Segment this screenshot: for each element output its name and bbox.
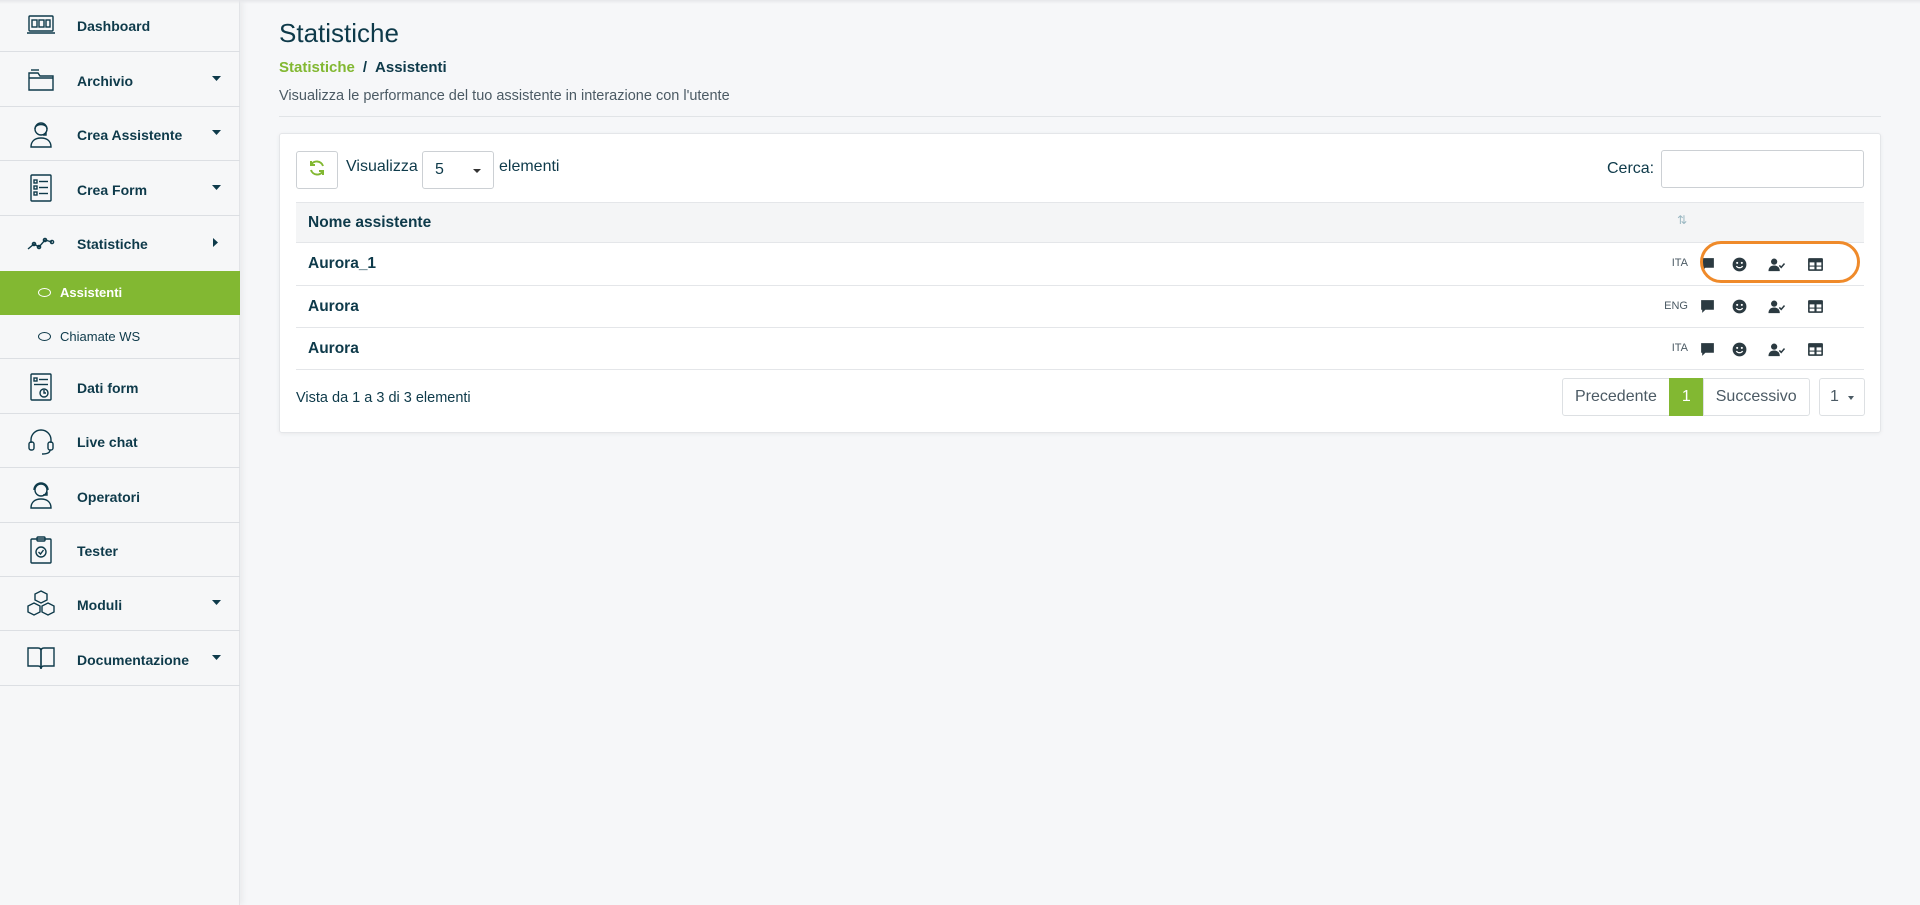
bullet-icon bbox=[38, 288, 51, 297]
sidebar-item-live-chat[interactable]: Live chat bbox=[0, 414, 240, 468]
chevron-down-icon bbox=[473, 169, 481, 173]
smiley-icon[interactable] bbox=[1728, 339, 1750, 359]
folder-icon bbox=[26, 65, 56, 95]
language-badge: ENG bbox=[1664, 299, 1688, 312]
page-length-value: 5 bbox=[435, 161, 444, 178]
breadcrumb-link-statistiche[interactable]: Statistiche bbox=[279, 59, 355, 76]
sidebar-subitem-label: Chiamate WS bbox=[60, 329, 141, 344]
table-icon[interactable] bbox=[1804, 339, 1826, 359]
page-title: Statistiche bbox=[279, 18, 399, 48]
pagination: Precedente 1 Successivo bbox=[1562, 378, 1810, 416]
sidebar-item-moduli[interactable]: Moduli bbox=[0, 577, 240, 631]
bullet-icon bbox=[38, 332, 51, 341]
chevron-down-icon bbox=[211, 598, 221, 608]
sidebar-item-label: Crea Form bbox=[77, 182, 148, 198]
sort-icon[interactable]: ⇅ bbox=[1677, 213, 1687, 227]
refresh-button[interactable] bbox=[296, 151, 338, 189]
chevron-down-icon bbox=[211, 183, 221, 193]
sidebar-item-operatori[interactable]: Operatori bbox=[0, 468, 240, 523]
smiley-icon[interactable] bbox=[1728, 254, 1750, 274]
stats-icon bbox=[26, 228, 56, 258]
table-header: Nome assistente ⇅ bbox=[296, 202, 1864, 242]
chat-icon[interactable] bbox=[1696, 254, 1718, 274]
table-row: Aurora ENG bbox=[296, 284, 1864, 328]
chat-icon[interactable] bbox=[1696, 297, 1718, 317]
sidebar-subitem-assistenti[interactable]: Assistenti bbox=[0, 271, 240, 315]
header-divider bbox=[279, 116, 1881, 117]
language-badge: ITA bbox=[1671, 342, 1688, 354]
column-header-name[interactable]: Nome assistente bbox=[308, 214, 431, 232]
dashboard-icon bbox=[26, 10, 56, 40]
sidebar-item-label: Operatori bbox=[77, 489, 141, 505]
language-badge: ITA bbox=[1671, 257, 1688, 269]
book-icon bbox=[26, 643, 56, 673]
assistants-table: Nome assistente ⇅ Aurora_1 ITA Aurora EN… bbox=[296, 202, 1864, 370]
next-page-button[interactable]: Successivo bbox=[1702, 378, 1810, 416]
tester-icon bbox=[26, 535, 56, 565]
table-icon[interactable] bbox=[1804, 297, 1826, 317]
user-check-icon[interactable] bbox=[1765, 254, 1787, 274]
sidebar-item-dashboard[interactable]: Dashboard bbox=[0, 0, 240, 52]
page-length-select[interactable]: 5 bbox=[422, 151, 494, 189]
modules-icon bbox=[26, 589, 56, 619]
assistant-icon bbox=[26, 119, 56, 149]
search-input[interactable] bbox=[1661, 150, 1864, 188]
table-row: Aurora ITA bbox=[296, 327, 1864, 370]
sidebar-item-label: Live chat bbox=[77, 434, 138, 450]
elements-label: elementi bbox=[499, 158, 560, 175]
sidebar-item-tester[interactable]: Tester bbox=[0, 523, 240, 577]
breadcrumb-separator: / bbox=[362, 59, 368, 76]
chevron-down-icon bbox=[211, 653, 221, 663]
sidebar-item-label: Crea Assistente bbox=[77, 127, 183, 143]
form-icon bbox=[26, 173, 56, 203]
sidebar-item-label: Tester bbox=[77, 543, 118, 559]
page-1-button[interactable]: 1 bbox=[1668, 378, 1704, 416]
assistant-name[interactable]: Aurora_1 bbox=[308, 255, 376, 273]
assistant-name[interactable]: Aurora bbox=[308, 298, 359, 316]
sidebar-item-label: Archivio bbox=[77, 73, 134, 89]
user-check-icon[interactable] bbox=[1765, 297, 1787, 317]
table-info: Vista da 1 a 3 di 3 elementi bbox=[296, 390, 471, 406]
chevron-down-icon bbox=[211, 74, 221, 84]
sidebar-item-label: Dashboard bbox=[77, 18, 151, 34]
sidebar-subitem-chiamate-ws[interactable]: Chiamate WS bbox=[0, 315, 240, 359]
top-shadow bbox=[0, 0, 1920, 4]
chevron-down-icon bbox=[1848, 396, 1854, 400]
breadcrumb: Statistiche / Assistenti bbox=[279, 59, 447, 76]
form-data-icon bbox=[26, 372, 56, 402]
sidebar-item-crea-form[interactable]: Crea Form bbox=[0, 161, 240, 216]
sidebar-item-label: Dati form bbox=[77, 380, 139, 396]
refresh-icon bbox=[308, 159, 326, 182]
sidebar-item-statistiche[interactable]: Statistiche bbox=[0, 216, 240, 270]
table-icon[interactable] bbox=[1804, 254, 1826, 274]
prev-page-button[interactable]: Precedente bbox=[1562, 378, 1670, 416]
chevron-down-icon bbox=[211, 128, 221, 138]
breadcrumb-current: Assistenti bbox=[375, 59, 447, 76]
search-label: Cerca: bbox=[1607, 160, 1655, 177]
smiley-icon[interactable] bbox=[1728, 297, 1750, 317]
sidebar-subitem-label: Assistenti bbox=[60, 285, 123, 300]
page-subtitle: Visualizza le performance del tuo assist… bbox=[279, 88, 730, 104]
sidebar: Dashboard Archivio Crea Assistente Crea … bbox=[0, 0, 240, 905]
chat-icon[interactable] bbox=[1696, 339, 1718, 359]
page-jump-value: 1 bbox=[1830, 388, 1839, 405]
sidebar-item-dati-form[interactable]: Dati form bbox=[0, 360, 240, 414]
sidebar-item-label: Moduli bbox=[77, 597, 123, 613]
table-row: Aurora_1 ITA bbox=[296, 242, 1864, 285]
operator-icon bbox=[26, 480, 56, 510]
page-jump-select[interactable]: 1 bbox=[1819, 378, 1865, 416]
user-check-icon[interactable] bbox=[1765, 339, 1787, 359]
chevron-right-icon bbox=[211, 237, 221, 247]
headset-icon bbox=[26, 426, 56, 456]
sidebar-item-documentazione[interactable]: Documentazione bbox=[0, 631, 240, 686]
sidebar-item-label: Statistiche bbox=[77, 236, 148, 252]
sidebar-item-label: Documentazione bbox=[77, 652, 190, 668]
sidebar-item-archivio[interactable]: Archivio bbox=[0, 52, 240, 107]
page-length-label: Visualizza bbox=[346, 158, 418, 175]
sidebar-item-crea-assistente[interactable]: Crea Assistente bbox=[0, 107, 240, 161]
assistants-card: Visualizza 5 elementi Cerca: Nome assist… bbox=[279, 133, 1881, 433]
assistant-name[interactable]: Aurora bbox=[308, 340, 359, 358]
